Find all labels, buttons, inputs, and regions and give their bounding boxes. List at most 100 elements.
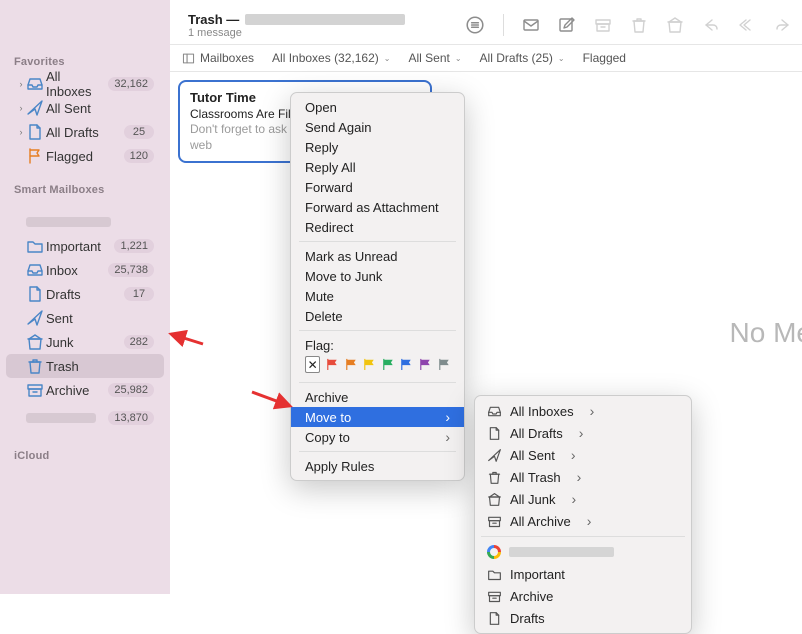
menu-send-again[interactable]: Send Again	[291, 117, 464, 137]
flag-color[interactable]	[438, 358, 451, 372]
sidebar-count: 120	[124, 149, 154, 163]
menu-apply-rules[interactable]: Apply Rules	[291, 456, 464, 476]
submenu-drafts[interactable]: Drafts	[475, 607, 691, 629]
sidebar-item-all-sent[interactable]: › All Sent	[6, 96, 164, 120]
menu-move-to[interactable]: Move to	[291, 407, 464, 427]
favbar-flagged[interactable]: Flagged	[583, 51, 626, 65]
sidebar-item-redacted[interactable]: 13,870	[6, 406, 164, 430]
flag-label: Flag:	[305, 338, 450, 353]
icloud-header: iCloud	[0, 444, 170, 466]
chevron-right-icon: ›	[16, 103, 26, 113]
menu-copy-to[interactable]: Copy to	[291, 427, 464, 447]
redacted-account	[245, 14, 405, 25]
favorites-bar: Mailboxes All Inboxes (32,162)⌄ All Sent…	[170, 44, 802, 72]
flag-clear[interactable]: ✕	[305, 356, 320, 373]
menu-open[interactable]: Open	[291, 97, 464, 117]
titlebar: Trash — 1 message	[170, 0, 802, 44]
sent-icon	[26, 99, 44, 117]
inbox-icon	[26, 261, 44, 279]
menu-archive[interactable]: Archive	[291, 387, 464, 407]
favbar-all-inboxes[interactable]: All Inboxes (32,162)⌄	[272, 51, 390, 65]
sidebar: Favorites › All Inboxes 32,162 › All Sen…	[0, 0, 170, 594]
sidebar-count: 32,162	[108, 77, 154, 91]
menu-mute[interactable]: Mute	[291, 286, 464, 306]
favbar-mailboxes[interactable]: Mailboxes	[182, 51, 254, 65]
sidebar-count: 17	[124, 287, 154, 301]
submenu-account[interactable]	[475, 541, 691, 563]
context-menu: Open Send Again Reply Reply All Forward …	[290, 92, 465, 481]
favbar-all-sent[interactable]: All Sent⌄	[408, 51, 461, 65]
flag-color[interactable]	[326, 358, 339, 372]
trash-icon[interactable]	[630, 16, 648, 34]
forward-icon[interactable]	[774, 16, 792, 34]
flag-color[interactable]	[400, 358, 413, 372]
menu-move-junk[interactable]: Move to Junk	[291, 266, 464, 286]
favbar-all-drafts[interactable]: All Drafts (25)⌄	[480, 51, 565, 65]
chevron-down-icon: ⌄	[384, 54, 391, 63]
submenu-all-drafts[interactable]: All Drafts	[475, 422, 691, 444]
menu-reply[interactable]: Reply	[291, 137, 464, 157]
sidebar-label: Archive	[44, 383, 108, 398]
message-count: 1 message	[188, 27, 405, 39]
submenu-all-inboxes[interactable]: All Inboxes	[475, 400, 691, 422]
junk-icon[interactable]	[666, 16, 684, 34]
chevron-right-icon: ›	[16, 79, 26, 89]
sidebar-item-drafts[interactable]: Drafts 17	[6, 282, 164, 306]
menu-reply-all[interactable]: Reply All	[291, 157, 464, 177]
menu-flag-row: Flag: ✕	[291, 335, 464, 378]
menu-forward-attachment[interactable]: Forward as Attachment	[291, 197, 464, 217]
no-message-label: No Mess	[730, 317, 802, 349]
flag-color[interactable]	[363, 358, 376, 372]
submenu-archive[interactable]: Archive	[475, 585, 691, 607]
sidebar-label: All Inboxes	[44, 69, 108, 99]
sidebar-item-sent[interactable]: Sent	[6, 306, 164, 330]
submenu-important[interactable]: Important	[475, 563, 691, 585]
envelope-icon[interactable]	[522, 16, 540, 34]
redacted-label	[26, 413, 96, 423]
window-title: Trash —	[188, 12, 239, 27]
reply-all-icon[interactable]	[738, 16, 756, 34]
folder-icon	[26, 237, 44, 255]
sidebar-label: Drafts	[44, 287, 124, 302]
submenu-all-junk[interactable]: All Junk	[475, 488, 691, 510]
submenu-all-trash[interactable]: All Trash	[475, 466, 691, 488]
sidebar-item-trash[interactable]: Trash	[6, 354, 164, 378]
flag-color[interactable]	[382, 358, 395, 372]
redacted-label	[26, 217, 111, 227]
sidebar-label: All Drafts	[44, 125, 124, 140]
move-to-submenu: All Inboxes All Drafts All Sent All Tras…	[474, 395, 692, 634]
sidebar-item-all-inboxes[interactable]: › All Inboxes 32,162	[6, 72, 164, 96]
menu-forward[interactable]: Forward	[291, 177, 464, 197]
sidebar-item-junk[interactable]: Junk 282	[6, 330, 164, 354]
junk-icon	[26, 333, 44, 351]
sent-icon	[26, 309, 44, 327]
sidebar-label: Junk	[44, 335, 124, 350]
sidebar-item-archive[interactable]: Archive 25,982	[6, 378, 164, 402]
flag-color[interactable]	[419, 358, 432, 372]
submenu-all-sent[interactable]: All Sent	[475, 444, 691, 466]
redacted-account	[509, 547, 614, 557]
menu-delete[interactable]: Delete	[291, 306, 464, 326]
reply-icon[interactable]	[702, 16, 720, 34]
flag-color[interactable]	[345, 358, 358, 372]
archive-icon[interactable]	[594, 16, 612, 34]
sidebar-label: Trash	[44, 359, 154, 374]
sidebar-account-header[interactable]	[6, 210, 164, 234]
flag-icon	[26, 147, 44, 165]
sidebar-label: Important	[44, 239, 114, 254]
google-icon	[487, 545, 501, 559]
drafts-icon	[26, 123, 44, 141]
sidebar-item-flagged[interactable]: Flagged 120	[6, 144, 164, 168]
sidebar-item-important[interactable]: Important 1,221	[6, 234, 164, 258]
menu-redirect[interactable]: Redirect	[291, 217, 464, 237]
sidebar-item-inbox[interactable]: Inbox 25,738	[6, 258, 164, 282]
filter-icon[interactable]	[465, 15, 485, 35]
menu-mark-unread[interactable]: Mark as Unread	[291, 246, 464, 266]
sidebar-label: Sent	[44, 311, 154, 326]
chevron-down-icon: ⌄	[558, 54, 565, 63]
compose-icon[interactable]	[558, 16, 576, 34]
trash-icon	[26, 357, 44, 375]
submenu-all-archive[interactable]: All Archive	[475, 510, 691, 532]
sidebar-item-all-drafts[interactable]: › All Drafts 25	[6, 120, 164, 144]
sidebar-label: Flagged	[44, 149, 124, 164]
